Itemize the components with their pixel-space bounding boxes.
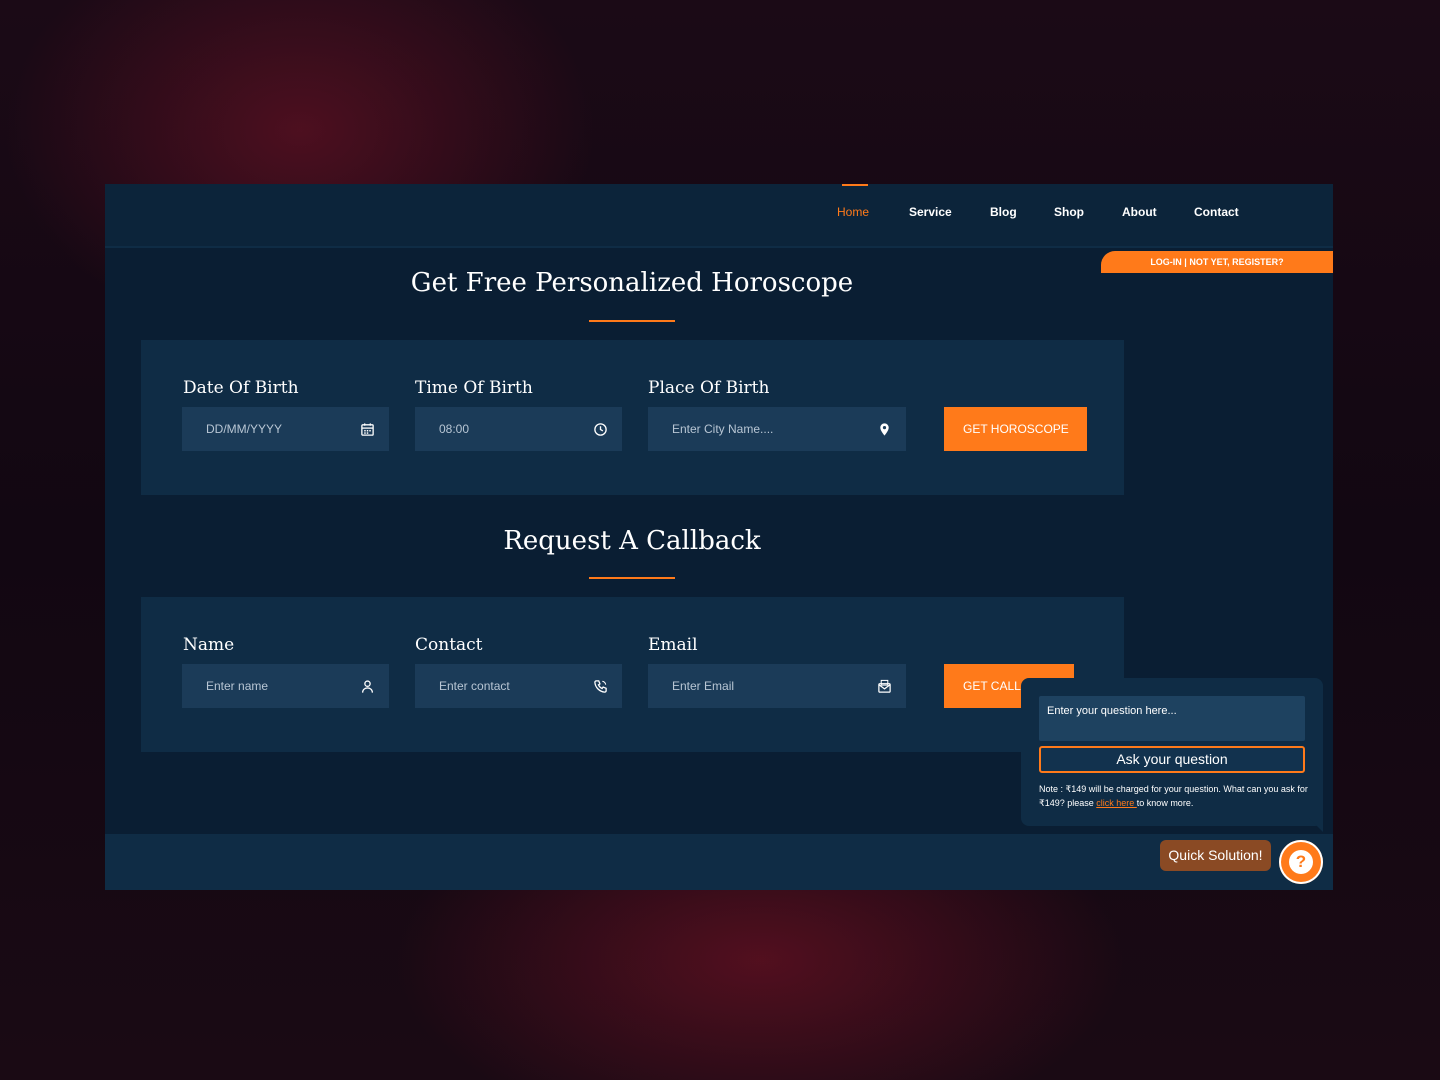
chat-bubble-tail [1309,818,1323,832]
tob-input[interactable]: 08:00 [415,407,622,451]
pob-label: Place Of Birth [648,378,770,398]
dob-label: Date Of Birth [183,378,299,398]
top-navbar: Home Service Blog Shop About Contact [105,184,1333,248]
email-input[interactable]: Enter Email [648,664,906,708]
question-mark-icon: ? [1289,850,1313,874]
callback-form-panel: Name Enter name Contact Enter contact Em… [141,597,1124,752]
active-nav-indicator [842,184,868,186]
contact-input[interactable]: Enter contact [415,664,622,708]
charge-note: Note : ₹149 will be charged for your que… [1039,782,1311,810]
footer-strip [105,834,1333,890]
nav-service[interactable]: Service [909,205,952,219]
envelope-icon [876,678,892,694]
tob-value: 08:00 [439,422,470,436]
callback-title-underline [589,577,675,579]
pob-placeholder: Enter City Name.... [672,422,774,436]
email-placeholder: Enter Email [672,679,735,693]
nav-contact[interactable]: Contact [1194,205,1239,219]
user-icon [359,678,375,694]
name-label: Name [183,635,235,655]
horoscope-title-underline [589,320,675,322]
help-button[interactable]: ? [1279,840,1323,884]
dob-placeholder: DD/MM/YYYY [206,422,283,436]
name-placeholder: Enter name [206,679,269,693]
horoscope-section-title: Get Free Personalized Horoscope [410,268,854,298]
location-pin-icon [876,421,892,437]
question-chat-widget: Enter your question here... Ask your que… [1021,678,1323,826]
nav-blog[interactable]: Blog [990,205,1017,219]
contact-label: Contact [415,635,483,655]
charge-note-tail: to know more. [1136,798,1194,808]
click-here-link[interactable]: click here [1096,798,1137,808]
ask-question-button[interactable]: Ask your question [1039,746,1305,773]
nav-about[interactable]: About [1122,205,1157,219]
nav-shop[interactable]: Shop [1054,205,1084,219]
name-input[interactable]: Enter name [182,664,389,708]
horoscope-form-panel: Date Of Birth DD/MM/YYYY Time Of Birth 0… [141,340,1124,495]
contact-placeholder: Enter contact [439,679,510,693]
get-horoscope-button[interactable]: GET HOROSCOPE [944,407,1087,451]
dob-input[interactable]: DD/MM/YYYY [182,407,389,451]
pob-input[interactable]: Enter City Name.... [648,407,906,451]
phone-icon [592,678,608,694]
callback-section-title: Request A Callback [503,526,761,556]
clock-icon[interactable] [592,421,608,437]
question-input[interactable]: Enter your question here... [1039,696,1305,741]
calendar-icon[interactable] [359,421,375,437]
quick-solution-button[interactable]: Quick Solution! [1160,840,1271,871]
email-label: Email [648,635,698,655]
nav-home[interactable]: Home [837,205,869,219]
browser-window: Home Service Blog Shop About Contact LOG… [105,184,1333,890]
tob-label: Time Of Birth [415,378,533,398]
